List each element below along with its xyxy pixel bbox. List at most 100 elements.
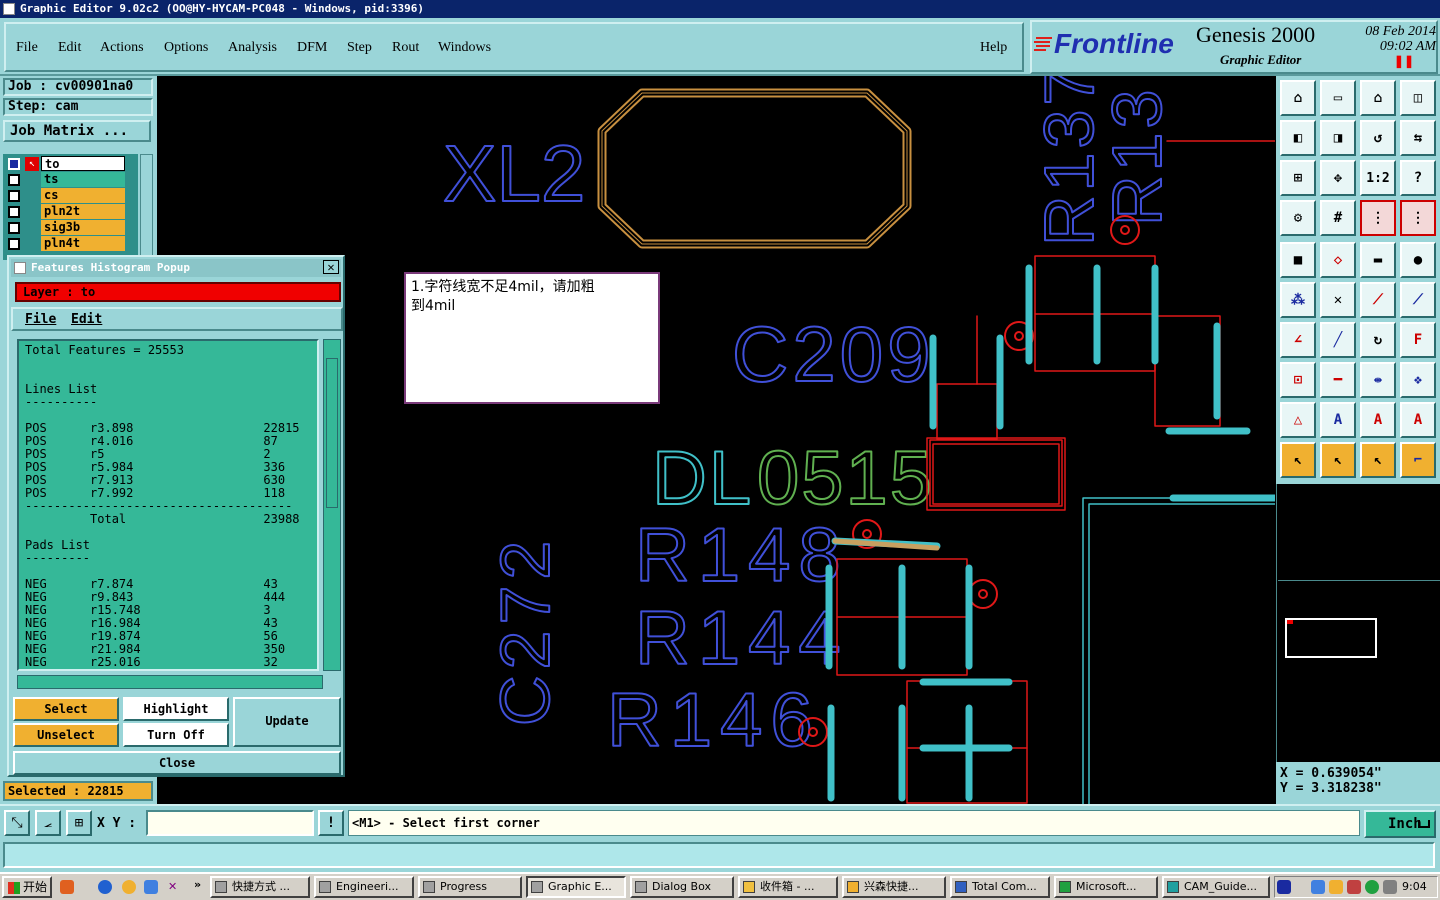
grid-snap-icon[interactable]: ⊞ [66,810,92,836]
tool-help-icon[interactable]: ? [1400,160,1436,196]
tool-group-icon[interactable]: ❖ [1400,362,1436,398]
alert-icon[interactable]: ! [318,810,344,836]
tool-ruler-icon[interactable]: ▬ [1360,242,1396,278]
layer-checkbox[interactable] [8,174,20,186]
tool-select-icon[interactable]: ↖ [1280,442,1316,478]
tool-select-box-icon[interactable]: ↖ [1320,442,1356,478]
tool-pad-icon[interactable]: ■ [1280,242,1316,278]
tool-arc-icon[interactable]: ↻ [1360,322,1396,358]
tool-measure-icon[interactable]: ⇹ [1360,362,1396,398]
task-shortcut[interactable]: 快捷方式 ... [210,876,310,898]
tool-window-icon[interactable]: ◫ [1400,80,1436,116]
tool-scale-icon[interactable]: 1:2 [1360,160,1396,196]
tool-fit-icon[interactable]: ⊞ [1280,160,1316,196]
unselect-button[interactable]: Unselect [13,723,119,747]
quicklaunch-icon-1[interactable] [60,880,74,894]
quicklaunch-icon-4[interactable] [144,880,158,894]
zoom-box-icon[interactable]: ⤡ [4,810,30,836]
ime-icon[interactable] [1277,880,1291,894]
tool-text-a-icon[interactable]: A [1320,402,1356,438]
tool-snap2-icon[interactable]: ⋮ [1400,200,1436,236]
task-microsoft[interactable]: Microsoft... [1054,876,1158,898]
tool-text-a2-icon[interactable]: A [1360,402,1396,438]
layer-row-ts[interactable]: ts [3,172,138,188]
ie-icon[interactable] [98,880,112,894]
menu-step[interactable]: Step [347,40,372,56]
layer-checkbox[interactable] [8,190,20,202]
popup-close-icon[interactable]: ✕ [323,260,339,274]
layer-row-pln4t[interactable]: pln4t [3,236,138,252]
tool-monitor-icon[interactable]: ▭ [1320,80,1356,116]
close-button[interactable]: Close [13,751,341,775]
tool-settings-icon[interactable]: ⚙ [1280,200,1316,236]
tool-dot-icon[interactable]: ● [1400,242,1436,278]
tray-icon-5[interactable] [1383,880,1397,894]
quicklaunch-icon-3[interactable] [122,880,136,894]
tool-pan-left-icon[interactable]: ◧ [1280,120,1316,156]
menu-actions[interactable]: Actions [100,40,144,56]
tool-line-icon[interactable]: ⟋ [1360,282,1396,318]
tool-move-icon[interactable]: ⊡ [1280,362,1316,398]
start-button[interactable]: 开始 [2,876,52,898]
overview-map[interactable] [1276,484,1440,762]
menu-windows[interactable]: Windows [438,40,491,56]
tray-icon-4[interactable] [1365,880,1379,894]
task-cam-guide[interactable]: CAM_Guide... [1162,876,1270,898]
highlight-button[interactable]: Highlight [123,697,229,721]
tool-building-icon[interactable]: ⌂ [1360,80,1396,116]
measure-icon[interactable]: ⦟ [35,810,61,836]
task-dialog-box[interactable]: Dialog Box [630,876,734,898]
tool-undo-zoom-icon[interactable]: ↺ [1360,120,1396,156]
tool-grid-icon[interactable]: # [1320,200,1356,236]
task-graphic-editor[interactable]: Graphic E... [526,876,626,898]
tool-slash-icon[interactable]: ╱ [1320,322,1356,358]
popup-menu-edit[interactable]: Edit [71,312,102,327]
turn-off-button[interactable]: Turn Off [123,723,229,747]
xy-input[interactable] [146,810,314,836]
tool-select-box2-icon[interactable]: ↖ [1360,442,1396,478]
tool-pan-right-icon[interactable]: ◨ [1320,120,1356,156]
task-inbox[interactable]: 收件箱 - ... [738,876,838,898]
menu-edit[interactable]: Edit [58,40,81,56]
job-matrix-button[interactable]: Job Matrix ... [3,120,151,142]
popup-menu-file[interactable]: File [25,312,56,327]
tray-icon-3[interactable] [1347,880,1361,894]
tool-line2-icon[interactable]: ⟋ [1400,282,1436,318]
tool-center-icon[interactable]: ✥ [1320,160,1356,196]
tool-triangle-icon[interactable]: △ [1280,402,1316,438]
update-button[interactable]: Update [233,697,341,747]
tool-dash-icon[interactable]: ━ [1320,362,1356,398]
tool-home-icon[interactable]: ⌂ [1280,80,1316,116]
menu-dfm[interactable]: DFM [297,40,327,56]
layer-list-scrollbar[interactable] [140,154,153,260]
layer-row-sig3b[interactable]: sig3b [3,220,138,236]
layer-row-pln2t[interactable]: pln2t [3,204,138,220]
task-total-commander[interactable]: Total Com... [950,876,1050,898]
histogram-horizontal-scrollbar[interactable] [17,675,323,689]
tray-icon-2[interactable] [1329,880,1343,894]
menu-help[interactable]: Help [980,40,1007,56]
more-chevron-icon[interactable]: » [194,878,201,891]
tool-cross-icon[interactable]: ✕ [1320,282,1356,318]
select-button[interactable]: Select [13,697,119,721]
tool-text-icon[interactable]: F [1400,322,1436,358]
task-xingsen[interactable]: 兴森快捷... [842,876,946,898]
histogram-vertical-scrollbar[interactable] [323,339,341,671]
tray-icon-1[interactable] [1311,880,1325,894]
menu-analysis[interactable]: Analysis [228,40,277,56]
task-engineering[interactable]: Engineeri... [314,876,414,898]
task-progress[interactable]: Progress [418,876,522,898]
layer-checkbox[interactable] [8,222,20,234]
layer-checkbox[interactable] [8,158,20,170]
popup-title-bar[interactable]: Features Histogram Popup [11,259,341,277]
quicklaunch-icon-5[interactable]: ✕ [168,880,182,894]
layer-checkbox[interactable] [8,238,20,250]
tool-connect-icon[interactable]: ⁂ [1280,282,1316,318]
tool-route-icon[interactable]: ⌐ [1400,442,1436,478]
scroll-thumb[interactable] [326,358,338,508]
menu-rout[interactable]: Rout [392,40,419,56]
overview-viewport[interactable] [1285,618,1377,658]
tool-swap-icon[interactable]: ⇆ [1400,120,1436,156]
units-selector[interactable]: Inch [1364,810,1436,838]
layer-row-cs[interactable]: cs [3,188,138,204]
